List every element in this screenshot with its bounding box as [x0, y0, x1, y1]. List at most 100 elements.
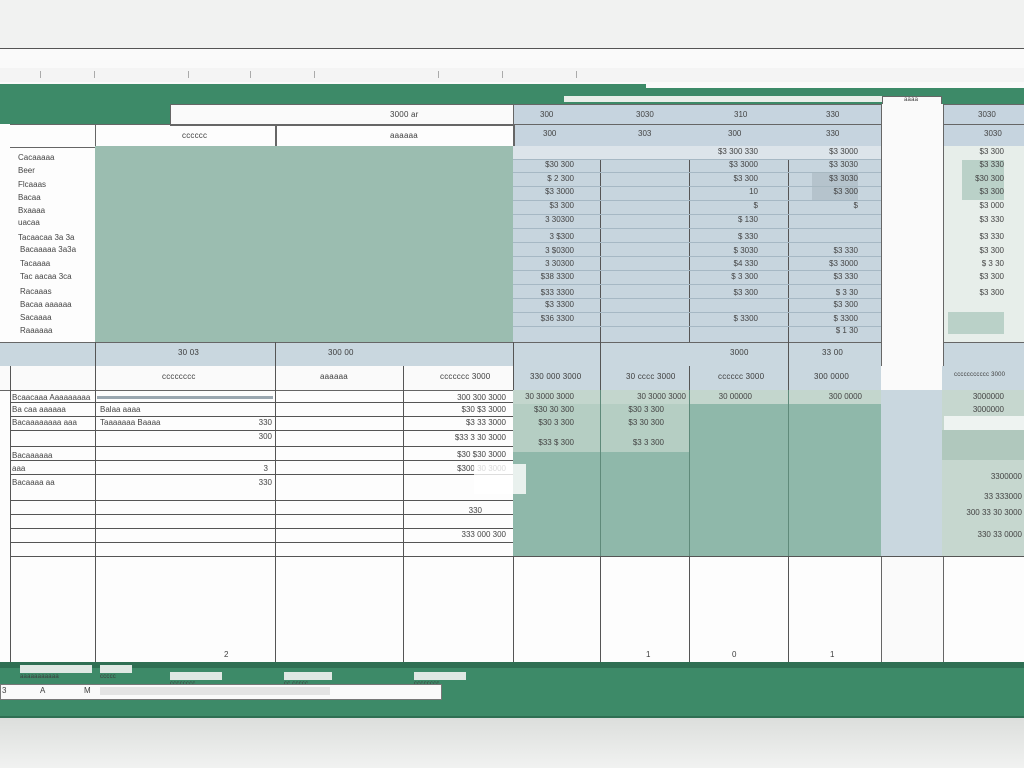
lower-c4-r1[interactable]: 30 3000 3000: [518, 392, 574, 401]
c3-r6[interactable]: $ 130: [700, 215, 758, 224]
lower-c5-r1[interactable]: 30 3000 3000: [606, 392, 686, 401]
menu-item-data[interactable]: [318, 71, 439, 78]
col-number-2: 1: [646, 650, 651, 659]
c1-r5[interactable]: 3 30300: [520, 215, 574, 224]
c4-r6[interactable]: $3 330: [800, 246, 858, 255]
c3-r3[interactable]: $3 300: [700, 174, 758, 183]
c1-r7[interactable]: 3 $0300: [520, 246, 574, 255]
c4-r12[interactable]: $ 1 30: [800, 326, 858, 335]
c1-r9[interactable]: $38 3300: [520, 272, 574, 281]
menu-item-formulas[interactable]: [254, 71, 315, 78]
menu-item-file[interactable]: [10, 71, 41, 78]
c6-r5[interactable]: $3 000: [950, 201, 1004, 210]
c1-r10[interactable]: $33 3300: [520, 288, 574, 297]
lower-c3-r4[interactable]: $33 3 30 3000: [410, 433, 506, 442]
c4-r3[interactable]: $3 3030: [800, 174, 858, 183]
c4-r5[interactable]: $: [800, 201, 858, 210]
lower-right-r6[interactable]: 33 333000: [950, 492, 1022, 501]
c1-r4[interactable]: $3 300: [520, 201, 574, 210]
c6-r9[interactable]: $ 3 30: [950, 259, 1004, 268]
lower-c3-r1[interactable]: 300 300 3000: [410, 393, 506, 402]
lower-left-r4: Bacaaaaaa: [12, 451, 53, 460]
c3-r10[interactable]: $ 3 300: [700, 272, 758, 281]
c3-r5[interactable]: $: [700, 201, 758, 210]
sub-header-1: 300: [543, 129, 557, 138]
lower-right-r1[interactable]: 3000000: [950, 392, 1004, 401]
c3-r12[interactable]: $ 3300: [700, 314, 758, 323]
sheet-tab-2[interactable]: ccccc: [100, 665, 132, 680]
total-3: 3000: [730, 348, 749, 357]
c6-r10[interactable]: $3 300: [950, 272, 1004, 281]
c6-r1[interactable]: $3 300: [950, 147, 1004, 156]
c6-r7[interactable]: $3 330: [950, 232, 1004, 241]
c4-r7[interactable]: $3 3000: [800, 259, 858, 268]
blue-header-divider: [513, 124, 881, 125]
c3-r11[interactable]: $3 300: [700, 288, 758, 297]
c1-r6[interactable]: 3 $300: [520, 232, 574, 241]
lower-c4-r3[interactable]: $30 3 300: [518, 418, 574, 427]
lower-right-r2[interactable]: 3000000: [950, 405, 1004, 414]
c4-r10[interactable]: $3 300: [800, 300, 858, 309]
lower-left-r2: Ba caa aaaaaa: [12, 405, 66, 414]
c3-r7[interactable]: $ 330: [700, 232, 758, 241]
c6-r2[interactable]: $3 330: [950, 160, 1004, 169]
c6-r4[interactable]: $3 300: [950, 187, 1004, 196]
menu-item-insert[interactable]: [98, 71, 189, 78]
lower-c5-r4[interactable]: $3 3 300: [606, 438, 664, 447]
lower-c3-white-box: [474, 464, 526, 494]
c3-r8[interactable]: $ 3030: [700, 246, 758, 255]
lower-left-r6: Bacaaaa aa: [12, 478, 55, 487]
c3-r4[interactable]: 10: [700, 187, 758, 196]
status-item-3: M: [84, 686, 91, 695]
lower-c6-r1[interactable]: 30 00000: [700, 392, 752, 401]
c4-r2[interactable]: $3 3030: [800, 160, 858, 169]
c4-r9[interactable]: $ 3 30: [800, 288, 858, 297]
lower-c7-r1[interactable]: 300 0000: [790, 392, 862, 401]
sheet-tab-1-label: aaaaaaaaaaa: [20, 674, 59, 680]
c6-r11[interactable]: $3 300: [950, 288, 1004, 297]
lower-c3-r3[interactable]: $3 33 3000: [410, 418, 506, 427]
lower-c3-r2[interactable]: $30 $3 3000: [410, 405, 507, 414]
menu-item-help[interactable]: [580, 71, 640, 78]
lower-c5-r3[interactable]: $3 30 300: [606, 418, 664, 427]
menu-item-view[interactable]: [506, 71, 577, 78]
sheet-tab-1[interactable]: aaaaaaaaaaa: [20, 665, 92, 680]
c4-r11[interactable]: $ 3300: [800, 314, 858, 323]
c3-r9[interactable]: $4 330: [700, 259, 758, 268]
lower-c3-extra-2[interactable]: 333 000 300: [440, 530, 507, 539]
lower-c5-r2[interactable]: $30 3 300: [606, 405, 664, 414]
row-label-1: Cacaaaaa: [18, 153, 55, 162]
lower-left-r3: Bacaaaaaaaa aaa: [12, 418, 77, 427]
sheet-tab-4[interactable]: cc ccccc: [284, 672, 332, 687]
lower-c3-extra-1[interactable]: 330: [460, 506, 482, 515]
lower-c4-r2[interactable]: $30 30 300: [518, 405, 574, 414]
c1-r11[interactable]: $3 3300: [520, 300, 574, 309]
lower-right-r5[interactable]: 3300000: [950, 472, 1022, 481]
c6-r8[interactable]: $3 300: [950, 246, 1004, 255]
lower-right-r8[interactable]: 330 33 0000: [944, 530, 1023, 539]
sheet-tab-5[interactable]: cccccccc: [414, 672, 466, 687]
c1-r12[interactable]: $36 3300: [520, 314, 574, 323]
c1-r8[interactable]: 3 30300: [520, 259, 574, 268]
c4-r1[interactable]: $3 3000: [800, 147, 858, 156]
total-1: 30 03: [178, 348, 200, 357]
c6-r6[interactable]: $3 330: [950, 215, 1004, 224]
status-bar-scroll[interactable]: [100, 687, 330, 695]
c3-r2[interactable]: $3 3000: [700, 160, 758, 169]
c1-r2[interactable]: $ 2 300: [520, 174, 574, 183]
c4-r8[interactable]: $3 330: [800, 272, 858, 281]
c4-r4[interactable]: $3 300: [800, 187, 858, 196]
row-label-14: Raaaaaa: [20, 326, 53, 335]
sheet-tab-3[interactable]: cccccccc: [170, 672, 222, 687]
lower-right-r7[interactable]: 300 33 30 3000: [944, 508, 1022, 517]
c1-r3[interactable]: $3 3000: [520, 187, 574, 196]
lower-c3-r5[interactable]: $30 $30 3000: [410, 450, 506, 459]
menu-item-review[interactable]: [442, 71, 503, 78]
lower-c4-r4[interactable]: $33 $ 300: [518, 438, 574, 447]
c6-r3[interactable]: $30 300: [950, 174, 1004, 183]
c3-r1[interactable]: $3 300 330: [700, 147, 758, 156]
menu-item-home[interactable]: [44, 71, 95, 78]
menu-item-layout[interactable]: [192, 71, 251, 78]
c1-r1[interactable]: $30 300: [520, 160, 574, 169]
block2-header-label: aaaaaa: [390, 131, 418, 140]
